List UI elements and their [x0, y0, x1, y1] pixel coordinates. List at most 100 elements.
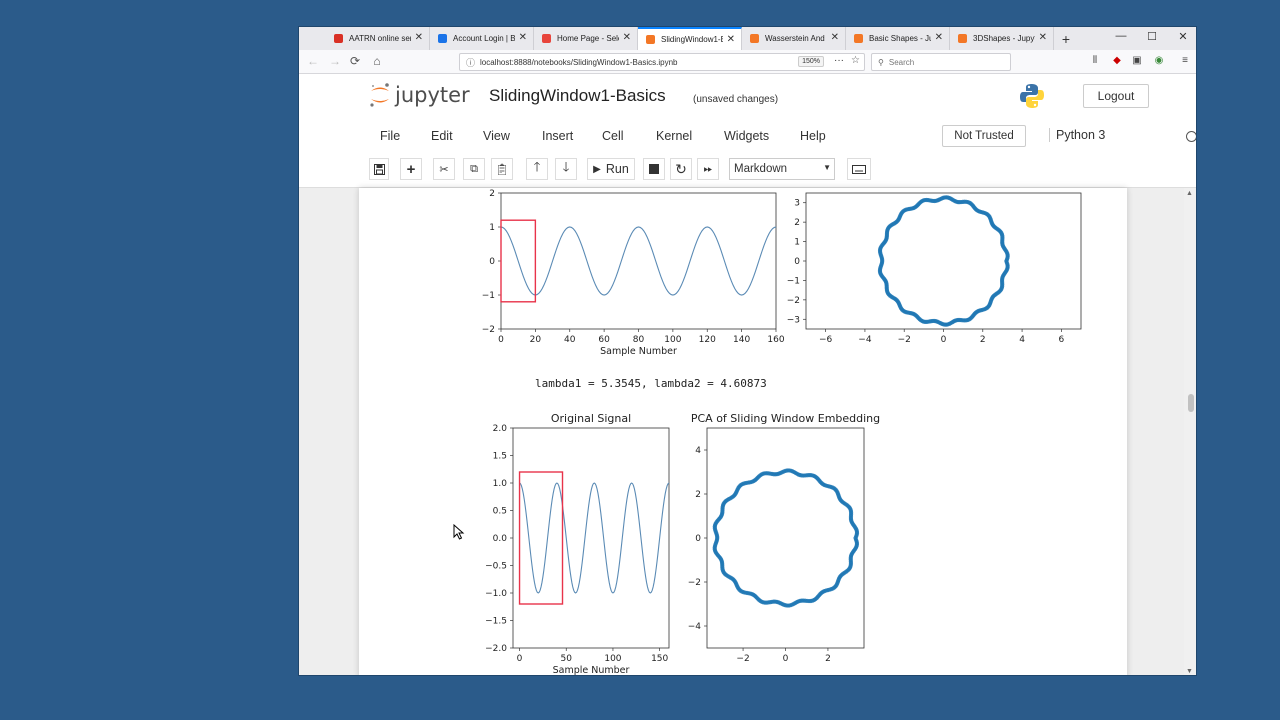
restart-run-all-icon[interactable]: ⏩︎ [697, 158, 719, 180]
notebook-area[interactable]: 0 20 40 60 80 100 120 140 160 −2 −1 0 1 2 Sample Numbe… [299, 187, 1196, 675]
account-extension-icon[interactable]: ◉ [1151, 55, 1167, 66]
new-tab-button[interactable]: + [1054, 27, 1078, 50]
y-tick-label: 3 [794, 199, 800, 209]
x-tick-label: 2 [980, 335, 986, 345]
kernel-name[interactable]: Python 3 [1049, 128, 1105, 142]
extension-icon[interactable]: ◆ [1109, 55, 1125, 66]
menu-insert[interactable]: Insert [542, 129, 573, 143]
keyboard-icon[interactable] [847, 158, 871, 180]
y-tick-label: −3 [787, 315, 800, 325]
account-icon [438, 34, 447, 43]
scroll-up-icon[interactable]: ▲ [1186, 190, 1193, 197]
search-icon: ⚲ [878, 57, 884, 67]
maximize-icon[interactable]: ☐ [1142, 30, 1162, 43]
y-tick-label: −2 [688, 578, 701, 588]
run-button[interactable]: ▶︎ Run [587, 158, 635, 180]
plot-frame [500, 192, 777, 330]
cell-type-select[interactable]: Markdown ▼ [729, 158, 835, 180]
chart-1: 0 20 40 60 80 100 120 140 160 −2 −1 0 1 2 Sample Numbe… [482, 189, 785, 357]
vertical-scrollbar[interactable]: ▲ ▼ [1184, 188, 1196, 675]
menu-help[interactable]: Help [800, 129, 826, 143]
menu-view[interactable]: View [483, 129, 510, 143]
menu-cell[interactable]: Cell [602, 129, 624, 143]
notebook-toolbar: + ✂ ⧉ 📋︎ 🡑 🡓 ▶︎ Run ↻ ⏩︎ Markdown ▼ [369, 155, 1127, 185]
run-icon: ▶︎ [593, 163, 601, 175]
menu-kernel[interactable]: Kernel [656, 129, 692, 143]
move-up-icon[interactable]: 🡑 [526, 158, 548, 180]
browser-tab[interactable]: 3DShapes - Jupyte ✕ [950, 27, 1054, 50]
tabs: AATRN online semi✕Account Login | B✕Home… [326, 27, 1054, 50]
chevron-down-icon: ▼ [823, 163, 831, 172]
tab-close-icon[interactable]: ✕ [519, 32, 527, 43]
x-tick-label: −4 [858, 335, 872, 345]
x-tick-label: 80 [633, 335, 645, 345]
logout-button[interactable]: Logout [1083, 84, 1149, 108]
mouse-pointer-icon [453, 524, 465, 540]
notebook-page: 0 20 40 60 80 100 120 140 160 −2 −1 0 1 2 Sample Numbe… [359, 188, 1127, 675]
browser-tab[interactable]: Wasserstein And B ✕ [742, 27, 846, 50]
interrupt-icon[interactable] [643, 158, 665, 180]
x-tick-label: 100 [664, 335, 681, 345]
tab-close-icon[interactable]: ✕ [415, 32, 423, 43]
y-tick-label: 1.0 [493, 479, 508, 489]
mail-icon [334, 34, 343, 43]
search-input[interactable]: ⚲ Search [871, 53, 1011, 71]
tab-label: SlidingWindow1-B [661, 35, 723, 44]
tab-close-icon[interactable]: ✕ [935, 32, 943, 43]
tab-close-icon[interactable]: ✕ [623, 32, 631, 43]
tab-close-icon[interactable]: ✕ [727, 34, 735, 45]
y-tick-label: 1 [489, 223, 495, 233]
jupyter-tab-icon [958, 34, 967, 43]
save-icon[interactable] [369, 158, 389, 180]
sidebar-icon[interactable]: ▣ [1129, 55, 1145, 66]
pca-point [853, 537, 859, 542]
add-cell-icon[interactable]: + [400, 158, 422, 180]
browser-tab[interactable]: Account Login | B ✕ [430, 27, 534, 50]
info-icon[interactable]: ⓘ [466, 56, 475, 69]
y-tick-label: −1.5 [485, 617, 507, 627]
scroll-down-icon[interactable]: ▼ [1186, 668, 1193, 675]
tab-label: Wasserstein And B [765, 34, 827, 43]
copy-icon[interactable]: ⧉ [463, 158, 485, 180]
cut-icon[interactable]: ✂ [433, 158, 455, 180]
browser-tab[interactable]: SlidingWindow1-B ✕ [638, 27, 742, 50]
bookmark-star-icon[interactable]: ☆ [851, 55, 860, 66]
move-down-icon[interactable]: 🡓 [555, 158, 577, 180]
tab-close-icon[interactable]: ✕ [1039, 32, 1047, 43]
tab-label: Basic Shapes - Jup [869, 34, 931, 43]
tab-close-icon[interactable]: ✕ [831, 32, 839, 43]
not-trusted-button[interactable]: Not Trusted [942, 125, 1026, 147]
hamburger-menu-icon[interactable]: ≡ [1177, 55, 1193, 66]
url-text: localhost:8888/notebooks/SlidingWindow1-… [480, 57, 678, 67]
window-close-icon[interactable]: ✕ [1173, 30, 1193, 43]
browser-window: AATRN online semi✕Account Login | B✕Home… [298, 26, 1197, 676]
y-tick-label: 0 [489, 257, 495, 267]
x-tick-label: 20 [530, 335, 542, 345]
browser-tab[interactable]: AATRN online semi ✕ [326, 27, 430, 50]
back-icon[interactable]: ← [305, 54, 321, 68]
x-tick-label: 0 [783, 654, 789, 664]
menu-file[interactable]: File [380, 129, 400, 143]
browser-tab[interactable]: Home Page - Sele ✕ [534, 27, 638, 50]
minimize-icon[interactable]: — [1111, 30, 1131, 42]
url-bar[interactable]: ⓘ localhost:8888/notebooks/SlidingWindow… [459, 53, 865, 71]
x-tick-label: 0 [941, 335, 947, 345]
y-tick-label: −4 [688, 622, 702, 632]
browser-tab[interactable]: Basic Shapes - Jup ✕ [846, 27, 950, 50]
notebook-title[interactable]: SlidingWindow1-Basics [489, 86, 666, 106]
scrollbar-thumb[interactable] [1188, 394, 1194, 412]
menu-edit[interactable]: Edit [431, 129, 453, 143]
jupyter-logo[interactable]: jupyter [369, 82, 470, 108]
menu-widgets[interactable]: Widgets [724, 129, 769, 143]
reload-icon[interactable]: ⟳ [347, 54, 363, 68]
kernel-idle-indicator-icon [1186, 131, 1196, 142]
library-icon[interactable]: ⫴ [1087, 55, 1103, 66]
page-actions-icon[interactable]: ··· [834, 55, 844, 66]
restart-icon[interactable]: ↻ [670, 158, 692, 180]
plot-frame [805, 192, 1082, 330]
paste-icon[interactable]: 📋︎ [491, 158, 513, 180]
home-icon[interactable]: ⌂ [369, 54, 385, 68]
zoom-indicator[interactable]: 150% [798, 56, 824, 67]
x-tick-label: −6 [819, 335, 833, 345]
forward-icon[interactable]: → [327, 54, 343, 68]
